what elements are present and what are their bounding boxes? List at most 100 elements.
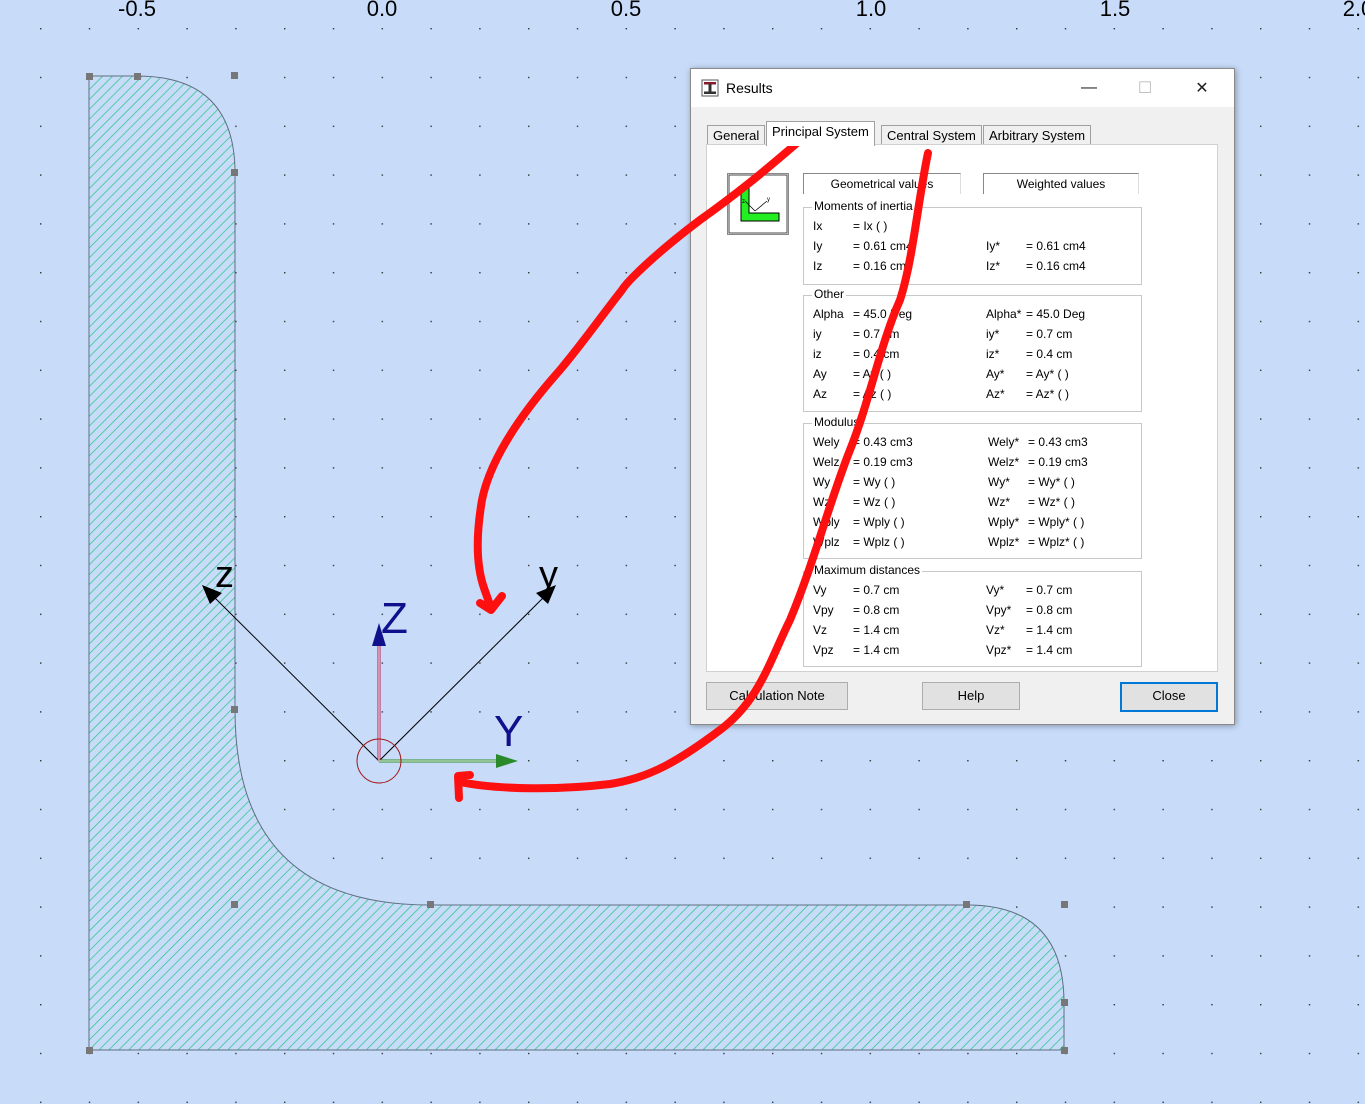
prop-value: = 0.19 cm3 (853, 455, 913, 469)
prop-value: = 0.19 cm3 (1028, 455, 1088, 469)
dialog-title: Results (726, 80, 773, 96)
prop-name: Vz* (986, 623, 1005, 637)
ruler-label: 1.5 (1099, 0, 1131, 21)
prop-value: = Ay* ( ) (1026, 367, 1069, 381)
prop-name: Vpy* (986, 603, 1012, 617)
prop-value: = 0.4 cm (853, 347, 900, 361)
group-title: Moments of inertia (812, 199, 915, 213)
prop-value: = Wply ( ) (853, 515, 905, 529)
prop-value: = 0.7 cm (1026, 583, 1073, 597)
ruler-label: 0.5 (610, 0, 642, 21)
prop-name: Vz (813, 623, 828, 637)
prop-name: iy (813, 327, 822, 341)
tab-central-system[interactable]: Central System (881, 125, 982, 146)
group-moments-of-inertia: Moments of inertia Ix = Ix ( ) Iy = 0.61 c… (803, 199, 1142, 285)
group-modulus: Modulus Wely = 0.43 cm3 Wely* = 0.43 cm3 W… (803, 415, 1142, 559)
results-dialog[interactable]: Results — ☐ ✕ General Principal System C… (690, 68, 1235, 725)
calculation-note-button[interactable]: Calculation Note (706, 682, 848, 710)
prop-value: = 0.7 cm (853, 327, 900, 341)
prop-value: = Az ( ) (853, 387, 892, 401)
prop-value: = 45.0 Deg (1026, 307, 1086, 321)
tab-general[interactable]: General (707, 125, 766, 146)
prop-value: = Wplz ( ) (853, 535, 905, 549)
prop-value: = 0.61 cm4 (1026, 239, 1086, 253)
prop-name: Wz* (988, 495, 1010, 509)
prop-name: Vy* (986, 583, 1005, 597)
prop-name: Az (813, 387, 828, 401)
prop-name: iy* (986, 327, 1000, 341)
svg-text:y: y (767, 197, 770, 203)
prop-name: Alpha (813, 307, 844, 321)
prop-name: Iz* (986, 259, 1001, 273)
prop-name: Iz (813, 259, 823, 273)
prop-value: = 0.4 cm (1026, 347, 1073, 361)
weighted-values-tab[interactable]: Weighted values (983, 173, 1139, 194)
prop-value: = 0.16 cm4 (1026, 259, 1086, 273)
prop-name: Wply (813, 515, 840, 529)
prop-value: = 0.8 cm (1026, 603, 1073, 617)
global-z-label: Z (381, 594, 408, 643)
prop-name: Wy (813, 475, 831, 489)
prop-value: = Wy* ( ) (1028, 475, 1075, 489)
prop-name: Welz (813, 455, 840, 469)
prop-value: = Wz ( ) (853, 495, 896, 509)
close-window-button[interactable]: ✕ (1179, 69, 1225, 107)
prop-name: Alpha* (986, 307, 1022, 321)
principal-system-panel: z y Geometrical values Weighted values M… (706, 144, 1218, 672)
close-button[interactable]: Close (1120, 682, 1218, 712)
dialog-titlebar[interactable]: Results — ☐ ✕ (691, 69, 1234, 107)
group-other: Other Alpha = 45.0 Deg Alpha* = 45.0 Deg i… (803, 287, 1142, 412)
prop-name: Ix (813, 219, 823, 233)
prop-name: Iy* (986, 239, 1001, 253)
ruler-label: -0.5 (118, 0, 156, 21)
prop-value: = 0.61 cm4 (853, 239, 913, 253)
geometrical-values-tab[interactable]: Geometrical values (803, 173, 961, 194)
prop-name: Wz (813, 495, 831, 509)
prop-value: = 0.7 cm (1026, 327, 1073, 341)
tab-arbitrary-system[interactable]: Arbitrary System (983, 125, 1092, 146)
prop-value: = Ix ( ) (853, 219, 888, 233)
prop-value: = Wplz* ( ) (1028, 535, 1085, 549)
group-maximum-distances: Maximum distances Vy = 0.7 cm Vy* = 0.7 cm… (803, 563, 1142, 667)
prop-value: = Wy ( ) (853, 475, 896, 489)
ruler-label: 1.0 (855, 0, 887, 21)
prop-value: = 0.7 cm (853, 583, 900, 597)
principal-y-label: y (539, 554, 558, 596)
group-title: Maximum distances (812, 563, 923, 577)
maximize-button[interactable]: ☐ (1122, 69, 1168, 107)
prop-name: Welz* (988, 455, 1020, 469)
prop-value: = 1.4 cm (1026, 643, 1073, 657)
prop-name: Wely* (988, 435, 1020, 449)
prop-name: Ay* (986, 367, 1005, 381)
prop-value: = 0.43 cm3 (1028, 435, 1088, 449)
prop-name: Vpz* (986, 643, 1012, 657)
prop-value: = Wz* ( ) (1028, 495, 1075, 509)
prop-value: = Ay ( ) (853, 367, 892, 381)
prop-value: = Az* ( ) (1026, 387, 1070, 401)
section-preview-icon: z y (727, 173, 789, 235)
global-y-label: Y (494, 707, 524, 756)
tab-principal-system[interactable]: Principal System (766, 121, 875, 146)
prop-value: = 0.43 cm3 (853, 435, 913, 449)
prop-name: Vpz (813, 643, 834, 657)
ruler-label: 2.0 (1342, 0, 1365, 21)
prop-name: Wy* (988, 475, 1010, 489)
principal-z-label: z (215, 554, 234, 596)
minimize-button[interactable]: — (1066, 69, 1112, 107)
prop-name: Vpy (813, 603, 834, 617)
group-title: Modulus (812, 415, 862, 429)
prop-name: Vy (813, 583, 827, 597)
prop-name: Ay (813, 367, 827, 381)
prop-value: = Wply* ( ) (1028, 515, 1085, 529)
prop-value: = 1.4 cm (853, 623, 900, 637)
prop-name: Wely (813, 435, 840, 449)
help-button[interactable]: Help (922, 682, 1020, 710)
prop-name: Iy (813, 239, 823, 253)
prop-value: = 1.4 cm (1026, 623, 1073, 637)
app-beam-icon (701, 79, 719, 97)
group-title: Other (812, 287, 847, 301)
prop-name: Wplz* (988, 535, 1020, 549)
ruler-label: 0.0 (366, 0, 398, 21)
prop-value: = 45.0 Deg (853, 307, 913, 321)
svg-text:z: z (742, 199, 745, 205)
